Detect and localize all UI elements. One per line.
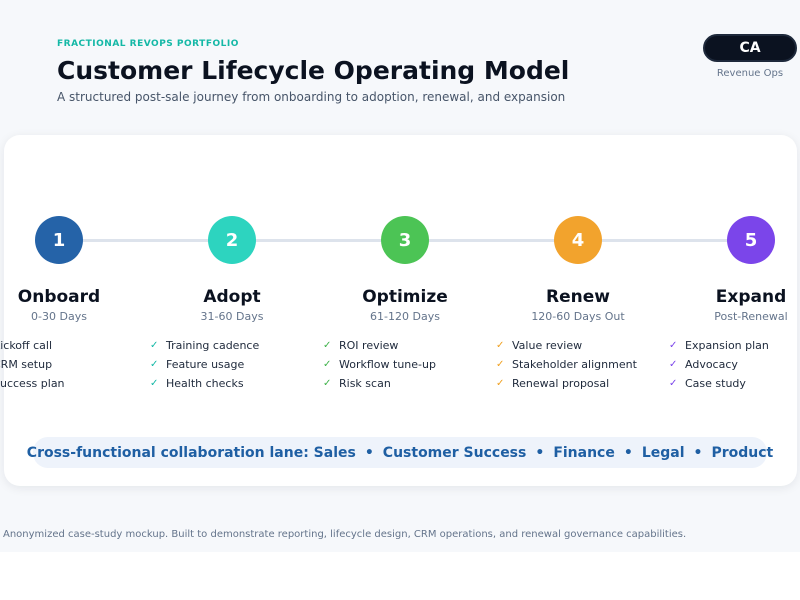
checklist-item-label: Feature usage [166, 358, 245, 371]
step-number-badge: 3 [381, 216, 429, 264]
step-period: 61-120 Days [370, 310, 440, 323]
check-icon: ✓ [669, 340, 678, 351]
checklist-item: ✓CRM setup [0, 355, 65, 374]
lane-separator: • [693, 444, 703, 461]
initials-badge[interactable]: CA [703, 34, 797, 62]
step-checklist: ✓ Training cadence ✓ Feature usage ✓ Health c… [150, 336, 259, 393]
eyebrow-label: FRACTIONAL REVOPS PORTFOLIO [57, 39, 239, 49]
step-title: Onboard [17, 287, 101, 307]
page-title: Customer Lifecycle Operating Model [57, 56, 570, 85]
checklist-item: ✓ Case study [669, 374, 769, 393]
badge-caption: Revenue Ops [716, 68, 784, 79]
step-period: 31-60 Days [200, 310, 264, 323]
check-icon: ✓ [496, 340, 505, 351]
step-period: 120-60 Days Out [531, 310, 625, 323]
checklist-item: ✓ Value review [496, 336, 637, 355]
step-title: Optimize [362, 287, 448, 307]
checklist-item-label: Value review [512, 339, 583, 352]
checklist-item: ✓ Feature usage [150, 355, 259, 374]
checklist-item-label: Success plan [0, 377, 65, 390]
checklist-item: ✓Kickoff call [0, 336, 65, 355]
step-checklist: ✓ Expansion plan ✓ Advocacy ✓ Case study [669, 336, 769, 393]
collaboration-lane: Cross-functional collaboration lane: Sal… [27, 437, 773, 468]
step-number-badge: 5 [727, 216, 775, 264]
checklist-item-label: Case study [685, 377, 746, 390]
check-icon: ✓ [150, 340, 159, 351]
checklist-item: ✓Success plan [0, 374, 65, 393]
checklist-item-label: Advocacy [685, 358, 738, 371]
step-checklist: ✓Kickoff call✓CRM setup✓Success plan [0, 336, 65, 393]
footer-note: Anonymized case-study mockup. Built to d… [3, 529, 687, 540]
checklist-item: ✓ Advocacy [669, 355, 769, 374]
checklist-item: ✓ Health checks [150, 374, 259, 393]
lane-separator: • [535, 444, 545, 461]
checklist-item: ✓ Renewal proposal [496, 374, 637, 393]
checklist-item: ✓ Training cadence [150, 336, 259, 355]
checklist-item: ✓ Stakeholder alignment [496, 355, 637, 374]
checklist-item-label: Expansion plan [685, 339, 769, 352]
check-icon: ✓ [150, 378, 159, 389]
lane-separator: • [623, 444, 633, 461]
bottom-band [0, 552, 800, 600]
checklist-item: ✓ Risk scan [323, 374, 436, 393]
step-checklist: ✓ Value review ✓ Stakeholder alignment ✓ Rene… [496, 336, 637, 393]
lane-prefix: Cross-functional collaboration lane: Sal… [26, 444, 356, 461]
step-number-badge: 2 [208, 216, 256, 264]
checklist-item-label: Kickoff call [0, 339, 53, 352]
step-number-badge: 1 [35, 216, 83, 264]
lane-item: Finance [553, 444, 615, 461]
checklist-item: ✓ Workflow tune-up [323, 355, 436, 374]
step-title: Renew [546, 287, 610, 307]
check-icon: ✓ [669, 359, 678, 370]
lane-separator: • [364, 444, 374, 461]
check-icon: ✓ [496, 378, 505, 389]
check-icon: ✓ [323, 378, 332, 389]
step-period: Post-Renewal [714, 310, 788, 323]
checklist-item-label: Stakeholder alignment [512, 358, 637, 371]
step-title: Expand [715, 287, 787, 307]
lane-item: Product [711, 444, 774, 461]
page-subtitle: A structured post-sale journey from onbo… [57, 90, 566, 104]
checklist-item-label: Health checks [166, 377, 244, 390]
check-icon: ✓ [150, 359, 159, 370]
checklist-item: ✓ ROI review [323, 336, 436, 355]
check-icon: ✓ [323, 359, 332, 370]
checklist-item: ✓ Expansion plan [669, 336, 769, 355]
lane-item: Legal [641, 444, 685, 461]
step-number-badge: 4 [554, 216, 602, 264]
step-title: Adopt [203, 287, 261, 307]
checklist-item-label: Training cadence [166, 339, 260, 352]
checklist-item-label: Renewal proposal [512, 377, 610, 390]
check-icon: ✓ [496, 359, 505, 370]
step-period: 0-30 Days [31, 310, 87, 323]
checklist-item-label: Risk scan [339, 377, 391, 390]
checklist-item-label: ROI review [339, 339, 399, 352]
lane-item: Customer Success [382, 444, 527, 461]
step-checklist: ✓ ROI review ✓ Workflow tune-up ✓ Risk scan [323, 336, 436, 393]
check-icon: ✓ [669, 378, 678, 389]
checklist-item-label: CRM setup [0, 358, 53, 371]
checklist-item-label: Workflow tune-up [339, 358, 436, 371]
check-icon: ✓ [323, 340, 332, 351]
